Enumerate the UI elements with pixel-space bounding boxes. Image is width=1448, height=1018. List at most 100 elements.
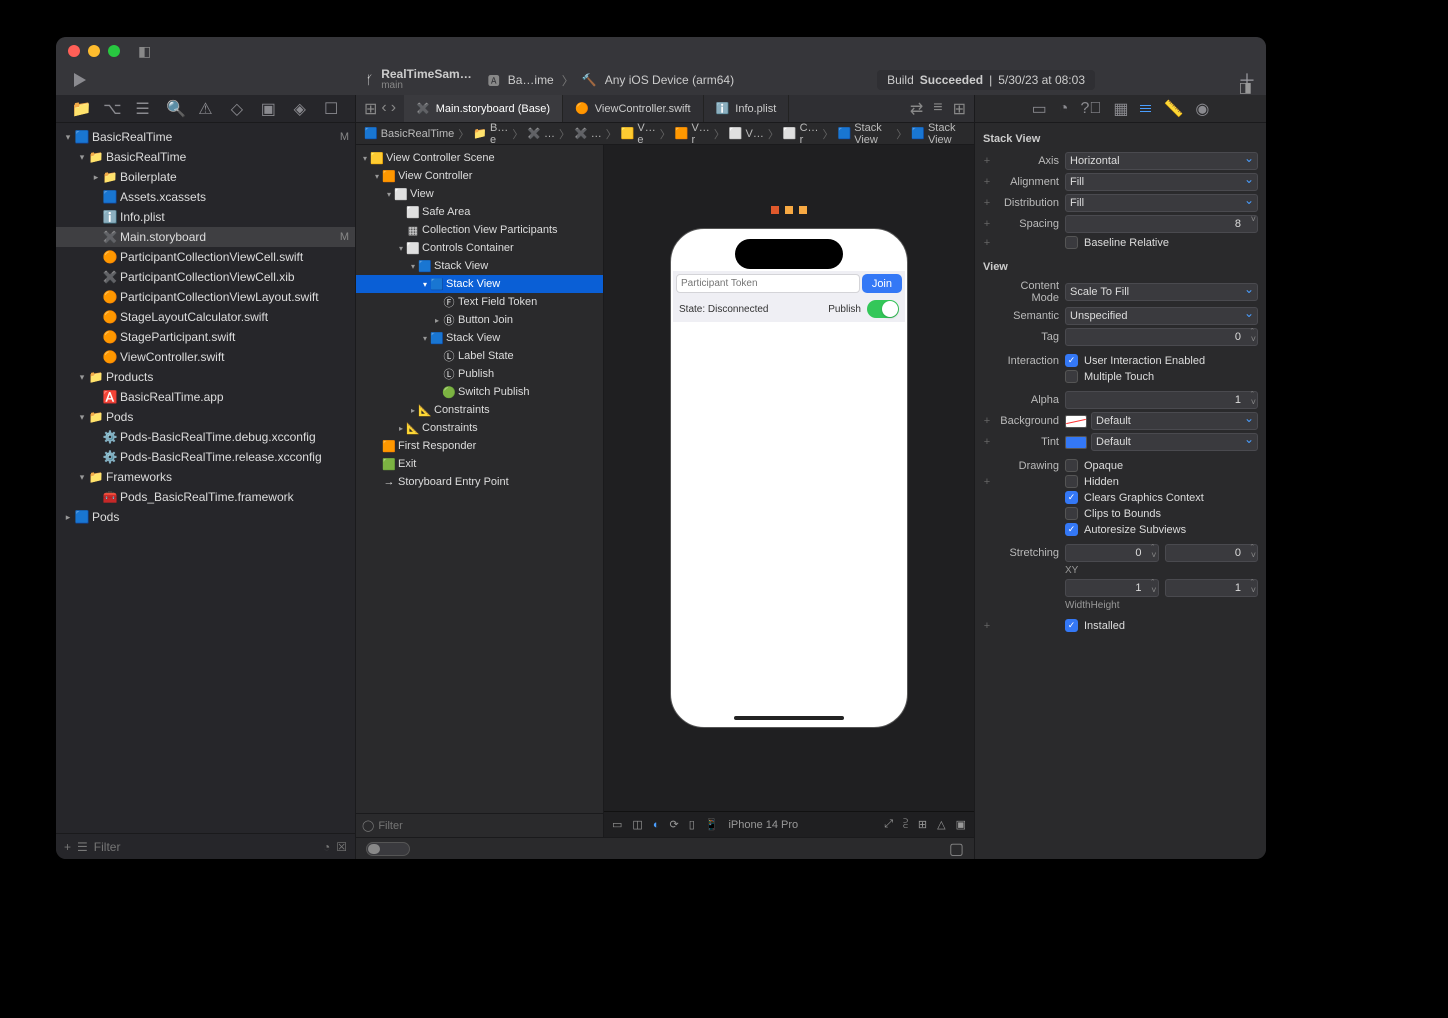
adjust-editor-icon[interactable]: ≡ [933, 99, 942, 119]
test-navigator-tab[interactable]: ◇ [229, 99, 245, 119]
hidden-checkbox[interactable] [1065, 475, 1078, 488]
user-interaction-checkbox[interactable]: ✓ [1065, 354, 1078, 367]
multiple-touch-checkbox[interactable] [1065, 370, 1078, 383]
tint-select[interactable]: Default [1091, 433, 1258, 451]
breadcrumb-item[interactable]: 🟦BasicRealTime [362, 127, 456, 140]
resolve-issues-icon[interactable]: △ [937, 818, 945, 831]
outline-item[interactable]: ▾🟦Stack View [356, 275, 603, 293]
navigator-filter-input[interactable] [94, 840, 317, 854]
selection-handle[interactable] [799, 206, 807, 214]
publish-switch[interactable] [867, 300, 899, 318]
counterparts-icon[interactable]: ⇄ [910, 99, 923, 119]
sidebar-toggle-icon[interactable]: ◧ [138, 43, 151, 60]
clips-checkbox[interactable] [1065, 507, 1078, 520]
recent-filter-icon[interactable]: ◔ [323, 840, 330, 854]
background-select[interactable]: Default [1091, 412, 1258, 430]
issue-navigator-tab[interactable]: ⚠ [197, 99, 213, 119]
orientation-icon[interactable]: ⟳ [669, 818, 678, 831]
project-tree-item[interactable]: ⚙️Pods-BasicRealTime.release.xcconfig [56, 447, 355, 467]
project-tree-item[interactable]: ⚙️Pods-BasicRealTime.debug.xcconfig [56, 427, 355, 447]
jump-bar[interactable]: 🟦BasicRealTime〉📁B…e〉✖️…〉✖️…〉🟨V…e〉🟧V…r〉⬜V… [356, 123, 974, 145]
report-navigator-tab[interactable]: ☐ [323, 99, 339, 119]
distribution-select[interactable]: Fill [1065, 194, 1258, 212]
outline-item[interactable]: ▸ⒷButton Join [356, 311, 603, 329]
size-inspector-tab[interactable]: 📏 [1163, 99, 1183, 119]
activity-view[interactable]: Build Succeeded | 5/30/23 at 08:03 [877, 70, 1095, 90]
outline-item[interactable]: ▾🟧View Controller [356, 167, 603, 185]
alignment-select[interactable]: Fill [1065, 173, 1258, 191]
project-tree-item[interactable]: 🟠StageLayoutCalculator.swift [56, 307, 355, 327]
project-tree-item[interactable]: ▸📁Boilerplate [56, 167, 355, 187]
tag-field[interactable] [1065, 328, 1258, 346]
outline-filter-input[interactable] [378, 820, 597, 832]
appearance-toggle-icon[interactable]: ◐ [653, 819, 660, 831]
outline-item[interactable]: ▸📐Constraints [356, 419, 603, 437]
console-toggle-icon[interactable]: ▢ [949, 839, 964, 859]
breadcrumb-item[interactable]: ⬜V… [727, 127, 766, 140]
breadcrumb-item[interactable]: 🟦Stack View [836, 123, 895, 145]
spacing-field[interactable] [1065, 215, 1258, 233]
canvas-viewport[interactable]: → [604, 145, 974, 811]
history-inspector-tab[interactable]: ◔ [1059, 100, 1069, 118]
outline-item[interactable]: ⒻText Field Token [356, 293, 603, 311]
outline-toggle-icon[interactable]: ▭ [612, 818, 622, 831]
participant-token-field[interactable] [676, 274, 860, 293]
outline-item[interactable]: ▦Collection View Participants [356, 221, 603, 239]
breadcrumb-item[interactable]: 🟧V…r [673, 123, 712, 145]
project-tree-item[interactable]: ▾📁Products [56, 367, 355, 387]
outline-item[interactable]: →Storyboard Entry Point [356, 473, 603, 491]
project-tree-item[interactable]: 🟠StageParticipant.swift [56, 327, 355, 347]
back-button[interactable]: ‹ [381, 99, 386, 119]
close-window-button[interactable] [68, 45, 80, 57]
forward-button[interactable]: › [391, 99, 396, 119]
background-color-well[interactable] [1065, 415, 1087, 428]
outline-item[interactable]: 🟢Switch Publish [356, 383, 603, 401]
breadcrumb-item[interactable]: 🟦Stack View [909, 123, 968, 145]
add-file-icon[interactable]: + [64, 840, 71, 854]
debug-area-toggle[interactable] [366, 842, 410, 856]
outline-item[interactable]: ▾🟨View Controller Scene [356, 149, 603, 167]
project-tree-item[interactable]: 🅰️BasicRealTime.app [56, 387, 355, 407]
outline-item[interactable]: 🟩Exit [356, 455, 603, 473]
autoresize-checkbox[interactable]: ✓ [1065, 523, 1078, 536]
identity-inspector-tab[interactable]: ▦ [1113, 99, 1128, 119]
outline-item[interactable]: ⓁLabel State [356, 347, 603, 365]
join-button[interactable]: Join [862, 274, 902, 293]
outline-item[interactable]: ▾🟦Stack View [356, 329, 603, 347]
editor-tab[interactable]: ℹ️Info.plist [704, 95, 790, 122]
alpha-field[interactable] [1065, 391, 1258, 409]
baseline-checkbox[interactable] [1065, 236, 1078, 249]
scm-filter-icon[interactable]: ☒ [336, 840, 347, 854]
project-navigator-tab[interactable]: 📁 [72, 99, 88, 119]
outline-item[interactable]: ▾🟦Stack View [356, 257, 603, 275]
source-control-tab[interactable]: ⌥ [103, 99, 119, 119]
semantic-select[interactable]: Unspecified [1065, 307, 1258, 325]
symbol-navigator-tab[interactable]: ☰ [135, 99, 151, 119]
axis-select[interactable]: Horizontal [1065, 152, 1258, 170]
selection-handle[interactable] [771, 206, 779, 214]
assistant-toggle-icon[interactable]: ◫ [632, 818, 642, 831]
breadcrumb-item[interactable]: 📁B…e [471, 123, 510, 145]
project-tree-item[interactable]: 🟠ViewController.swift [56, 347, 355, 367]
outline-item[interactable]: ▸📐Constraints [356, 401, 603, 419]
project-tree-item[interactable]: ✖️ParticipantCollectionViewCell.xib [56, 267, 355, 287]
project-tree-item[interactable]: 🟠ParticipantCollectionViewLayout.swift [56, 287, 355, 307]
align-tool-icon[interactable]: ⫔ [903, 818, 908, 831]
stretch-h-field[interactable] [1165, 579, 1259, 597]
outline-item[interactable]: ⓁPublish [356, 365, 603, 383]
project-tree-item[interactable]: ✖️Main.storyboardM [56, 227, 355, 247]
zoom-icon[interactable]: ⤢ [884, 818, 893, 831]
zoom-window-button[interactable] [108, 45, 120, 57]
debug-navigator-tab[interactable]: ▣ [260, 99, 276, 119]
attributes-inspector-tab[interactable] [1140, 105, 1151, 113]
project-tree-item[interactable]: 🟠ParticipantCollectionViewCell.swift [56, 247, 355, 267]
scheme-selector[interactable]: ᚶ RealTimeSam… main 🅰 Ba…ime 〉 🔨 Any iOS… [366, 69, 734, 91]
run-button[interactable] [74, 73, 86, 87]
project-tree-item[interactable]: 🧰Pods_BasicRealTime.framework [56, 487, 355, 507]
outline-item[interactable]: ▾⬜View [356, 185, 603, 203]
project-tree-item[interactable]: ▾📁Pods [56, 407, 355, 427]
right-sidebar-toggle-icon[interactable]: ◨ [1239, 79, 1252, 96]
selection-handle[interactable] [785, 206, 793, 214]
project-tree-item[interactable]: ▾🟦BasicRealTimeM [56, 127, 355, 147]
breadcrumb-item[interactable]: ✖️… [572, 127, 604, 140]
